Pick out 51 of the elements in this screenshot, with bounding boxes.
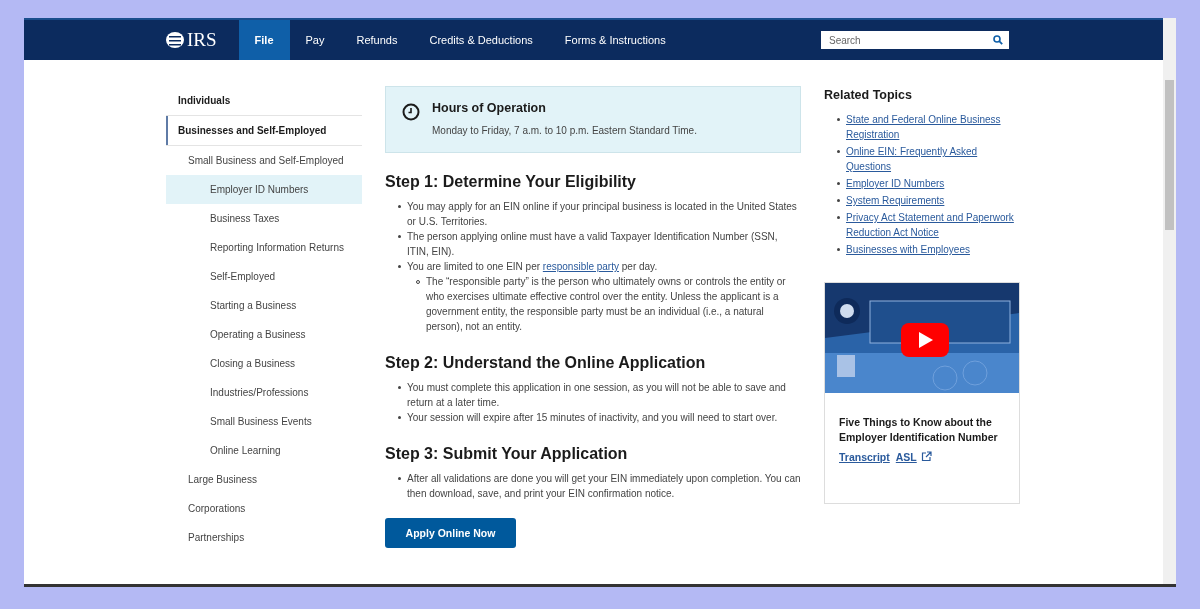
nav-tab[interactable]: File: [238, 20, 290, 60]
related-topic-link[interactable]: Employer ID Numbers: [846, 176, 945, 191]
notice-title: Hours of Operation: [432, 101, 547, 115]
nav-tab[interactable]: Credits & Deductions: [413, 20, 549, 60]
bullet-text: You may apply for an EIN online if your principal business is located in the United States or U.S. Territories.: [407, 200, 798, 229]
sidebar-item[interactable]: Closing a Business: [166, 349, 362, 378]
sidebar-item[interactable]: Online Learning: [166, 436, 362, 465]
related-topic-link[interactable]: Privacy Act Statement and Paperwork Reduction Act Notice: [846, 210, 1020, 240]
sidebar-item[interactable]: Employer ID Numbers: [166, 175, 362, 204]
related-topic-link[interactable]: Online EIN: Frequently Asked Questions: [846, 144, 1020, 174]
nav-tab[interactable]: Forms & Instructions: [548, 20, 682, 60]
sidebar-item[interactable]: Starting a Business: [166, 291, 362, 320]
sidebar-item[interactable]: Partnerships: [166, 523, 362, 552]
sidebar-item[interactable]: Self-Employed: [166, 262, 362, 291]
nav-tab[interactable]: Refunds: [340, 20, 414, 60]
bullet-text: The person applying online must have a valid Taxpayer Identification Number (SSN, ITIN, EIN).: [407, 230, 779, 259]
bullet-text: After all validations are done you will get your EIN immediately upon completion. You can then download, save, and print your EIN confirmation notice.: [407, 472, 801, 501]
sidebar-item[interactable]: Business Taxes: [166, 204, 362, 233]
sidebar-item[interactable]: Individuals: [166, 86, 362, 115]
sidebar-item[interactable]: Small Business and Self-Employed: [166, 146, 362, 175]
apply-online-button[interactable]: Apply Online Now: [385, 518, 516, 548]
notice-text: Monday to Friday, 7 a.m. to 10 p.m. Eastern Standard Time.: [432, 125, 697, 136]
video-title: Five Things to Know about the Employer Identification Number: [839, 415, 999, 445]
scrollbar[interactable]: [1163, 18, 1176, 584]
bullet-text: You are limited to one EIN per responsible party per day.: [407, 260, 659, 274]
bullet-text: The “responsible party” is the person who ultimately owns or controls the entity or who exercises ultimate effective control over the entity. Unless the applicant is a government entity, the responsible party must be an individual (i.e., a natural person), not an entity.: [426, 275, 787, 334]
related-topic-link[interactable]: State and Federal Online Business Registration: [846, 112, 1020, 142]
sidebar-item[interactable]: Large Business: [166, 465, 362, 494]
sidebar-item[interactable]: Corporations: [166, 494, 362, 523]
sidebar-item[interactable]: Small Business Events: [166, 407, 362, 436]
sidebar-item[interactable]: Businesses and Self-Employed: [166, 116, 362, 145]
responsible-party-link[interactable]: responsible party: [542, 261, 619, 272]
bullet-text: Your session will expire after 15 minutes of inactivity, and you will need to start over.: [407, 411, 778, 425]
sidebar-item[interactable]: Industries/Professions: [166, 378, 362, 407]
related-topics-heading: Related Topics: [824, 88, 913, 102]
bullet-text: You must complete this application in one session, as you will not be able to save and return at a later time.: [407, 381, 787, 410]
search-icon[interactable]: [993, 35, 1003, 45]
step-heading: Step 1: Determine Your Eligibility: [385, 173, 637, 191]
clock-icon: [402, 103, 420, 121]
external-link-icon: [920, 451, 932, 462]
search-field[interactable]: Search: [821, 31, 1009, 49]
related-topic-link[interactable]: System Requirements: [846, 193, 945, 208]
step-heading: Step 3: Submit Your Application: [385, 445, 629, 463]
video-link[interactable]: Transcript: [839, 451, 890, 463]
video-link[interactable]: ASL: [895, 451, 932, 463]
irs-logo[interactable]: IRS: [165, 20, 217, 60]
sidebar-item[interactable]: Reporting Information Returns: [166, 233, 362, 262]
sidebar-item[interactable]: Operating a Business: [166, 320, 362, 349]
step-heading: Step 2: Understand the Online Application: [385, 354, 707, 372]
nav-tab[interactable]: Pay: [289, 20, 341, 60]
related-topic-link[interactable]: Businesses with Employees: [846, 242, 970, 257]
